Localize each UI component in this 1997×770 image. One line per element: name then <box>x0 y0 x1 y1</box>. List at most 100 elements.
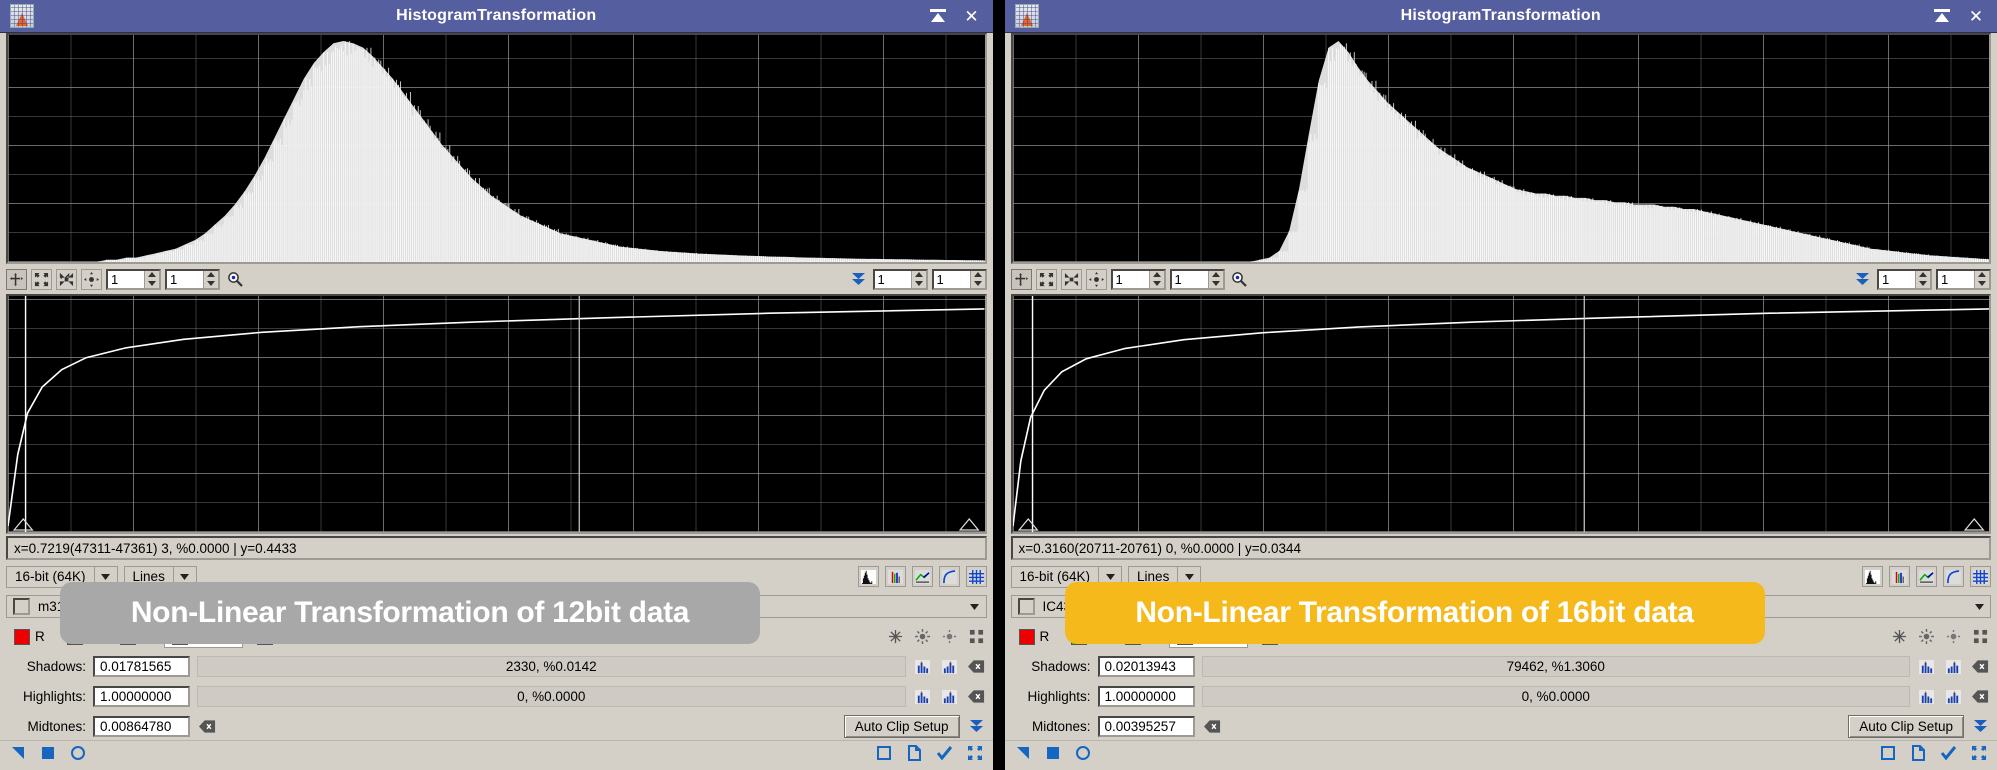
zoom-fit-button[interactable] <box>31 269 52 290</box>
shadows-input[interactable]: 0.01781565 <box>93 656 190 677</box>
shadows-reset-icon[interactable] <box>966 656 987 677</box>
shadows-slider[interactable]: 79462, %1.3060 <box>1202 656 1911 677</box>
expand-icon[interactable] <box>1970 626 1991 647</box>
shadows-auto-clip-high-icon[interactable] <box>939 656 960 677</box>
close-icon[interactable]: ✕ <box>1967 7 1985 25</box>
histogram-plot-top[interactable] <box>1011 33 1992 264</box>
show-rgb-histogram-button[interactable] <box>885 566 906 587</box>
show-transfer-function-button[interactable] <box>1943 566 1964 587</box>
shadows-reset-icon[interactable] <box>1970 656 1991 677</box>
highlights-reset-icon[interactable] <box>1970 686 1991 707</box>
zoom-y-stepper[interactable] <box>1170 269 1225 290</box>
reset-shape-triangle-icon[interactable] <box>10 745 26 766</box>
zoom-reset-button[interactable] <box>1061 269 1082 290</box>
zoom-x-input[interactable] <box>108 271 144 288</box>
shadows-auto-clip-low-icon[interactable] <box>912 656 933 677</box>
range-low-up[interactable] <box>912 271 926 280</box>
pan-mode-button[interactable] <box>1011 269 1032 290</box>
zoom-x-down[interactable] <box>145 279 159 288</box>
chevron-down-icon[interactable] <box>1968 596 1990 617</box>
transfer-curve-plot[interactable]: Non-Linear Transformation of 16bit data <box>1011 294 1992 534</box>
zoom-y-up[interactable] <box>1209 271 1223 280</box>
show-histogram-button[interactable] <box>858 566 879 587</box>
zoom-y-input[interactable] <box>167 271 203 288</box>
reset-channel-icon[interactable] <box>885 626 906 647</box>
circle-icon[interactable] <box>70 745 86 766</box>
range-high-stepper[interactable] <box>932 269 987 290</box>
magnifier-icon[interactable] <box>224 269 245 290</box>
new-instance-icon[interactable] <box>906 745 922 766</box>
show-rgb-histogram-button[interactable] <box>1889 566 1910 587</box>
highlights-slider[interactable]: 0, %0.0000 <box>1202 686 1911 707</box>
close-icon[interactable]: ✕ <box>963 7 981 25</box>
show-histogram-button[interactable] <box>1862 566 1883 587</box>
square-icon[interactable] <box>1045 745 1061 766</box>
midtones-input[interactable]: 0.00864780 <box>93 716 190 737</box>
range-low-input[interactable] <box>875 271 911 288</box>
zoom-y-input[interactable] <box>1172 271 1208 288</box>
midtones-reset-icon[interactable] <box>197 716 218 737</box>
channel-r[interactable]: R <box>6 626 53 648</box>
range-low-down[interactable] <box>1916 279 1930 288</box>
crosshair-button[interactable] <box>1086 269 1107 290</box>
range-high-down[interactable] <box>971 279 985 288</box>
roll-up-icon[interactable] <box>929 7 947 25</box>
highlights-auto-clip-low-icon[interactable] <box>912 686 933 707</box>
collapse-arrows-icon[interactable] <box>848 269 869 290</box>
highlights-auto-clip-high-icon[interactable] <box>939 686 960 707</box>
range-high-up[interactable] <box>1975 271 1989 280</box>
apply-global-icon[interactable] <box>876 745 892 766</box>
zoom-fit-button[interactable] <box>1036 269 1057 290</box>
apply-icon[interactable] <box>936 745 953 766</box>
show-curve-overlay-button[interactable] <box>912 566 933 587</box>
square-icon[interactable] <box>40 745 56 766</box>
highlights-input[interactable]: 1.00000000 <box>1098 686 1195 707</box>
shadows-input[interactable]: 0.02013943 <box>1098 656 1195 677</box>
magnifier-icon[interactable] <box>1229 269 1250 290</box>
title-bar[interactable]: HistogramTransformation ✕ <box>0 0 993 33</box>
range-low-up[interactable] <box>1916 271 1930 280</box>
zoom-y-up[interactable] <box>204 271 218 280</box>
zoom-x-down[interactable] <box>1150 279 1164 288</box>
range-low-down[interactable] <box>912 279 926 288</box>
reset-shape-triangle-icon[interactable] <box>1015 745 1031 766</box>
pan-mode-button[interactable] <box>6 269 27 290</box>
zoom-y-stepper[interactable] <box>165 269 220 290</box>
range-high-up[interactable] <box>971 271 985 280</box>
toggle-grid-button[interactable] <box>1970 566 1991 587</box>
range-high-stepper[interactable] <box>1936 269 1991 290</box>
shadows-auto-clip-low-icon[interactable] <box>1916 656 1937 677</box>
auto-clip-expand-icon[interactable] <box>966 716 987 737</box>
shadows-auto-clip-high-icon[interactable] <box>1943 656 1964 677</box>
highlights-slider[interactable]: 0, %0.0000 <box>197 686 906 707</box>
crosshair-button[interactable] <box>81 269 102 290</box>
real-time-preview-icon[interactable] <box>939 626 960 647</box>
histogram-plot-top[interactable] <box>6 33 987 264</box>
reset-channel-icon[interactable] <box>1889 626 1910 647</box>
roll-up-icon[interactable] <box>1933 7 1951 25</box>
auto-clip-setup-button[interactable]: Auto Clip Setup <box>1848 715 1964 738</box>
range-low-input[interactable] <box>1879 271 1915 288</box>
circle-icon[interactable] <box>1075 745 1091 766</box>
range-low-stepper[interactable] <box>873 269 928 290</box>
transfer-curve-plot[interactable]: Non-Linear Transformation of 12bit data <box>6 294 987 534</box>
collapse-icon[interactable] <box>1971 745 1987 766</box>
track-view-icon[interactable] <box>912 626 933 647</box>
range-high-input[interactable] <box>1938 271 1974 288</box>
highlights-reset-icon[interactable] <box>966 686 987 707</box>
shadows-slider[interactable]: 2330, %0.0142 <box>197 656 906 677</box>
zoom-y-down[interactable] <box>1209 279 1223 288</box>
channel-r[interactable]: R <box>1011 626 1058 648</box>
collapse-arrows-icon[interactable] <box>1852 269 1873 290</box>
title-bar[interactable]: HistogramTransformation ✕ <box>1005 0 1997 33</box>
expand-icon[interactable] <box>966 626 987 647</box>
highlights-input[interactable]: 1.00000000 <box>93 686 190 707</box>
apply-icon[interactable] <box>1940 745 1957 766</box>
zoom-x-stepper[interactable] <box>1111 269 1166 290</box>
real-time-preview-icon[interactable] <box>1943 626 1964 647</box>
auto-clip-setup-button[interactable]: Auto Clip Setup <box>844 715 960 738</box>
track-view-icon[interactable] <box>1916 626 1937 647</box>
range-low-stepper[interactable] <box>1877 269 1932 290</box>
midtones-input[interactable]: 0.00395257 <box>1098 716 1195 737</box>
range-high-input[interactable] <box>934 271 970 288</box>
